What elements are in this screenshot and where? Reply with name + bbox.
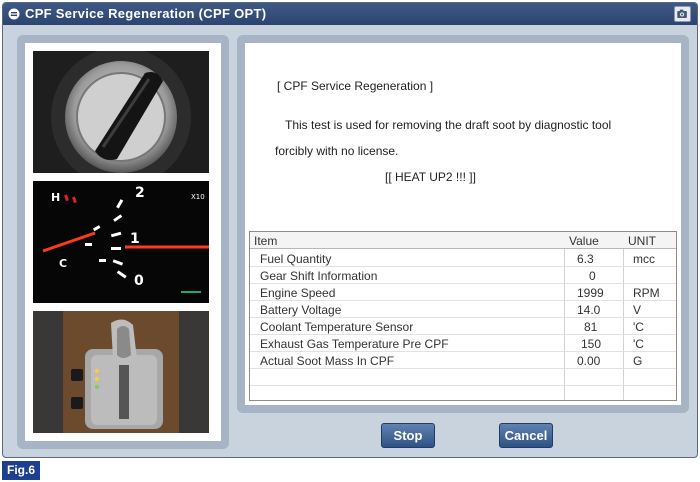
table-row[interactable]: Actual Soot Mass In CPF 0.00 G [250,352,676,369]
table-row[interactable]: Gear Shift Information 0 [250,267,676,284]
table-row[interactable]: Exhaust Gas Temperature Pre CPF 150 'C [250,335,676,352]
svg-text:C: C [59,257,67,270]
table-row[interactable]: Coolant Temperature Sensor 81 'C [250,318,676,335]
header-item[interactable]: Item [254,234,277,248]
table-header: Item Value UNIT [250,232,676,249]
row-value: 0 [589,269,596,283]
data-grid: Item Value UNIT Fuel Quantity 6.3 mcc Ge… [249,231,677,401]
gear-shift-photo [33,311,209,433]
row-value: 6.3 [577,252,594,266]
window-menu-icon[interactable] [8,8,20,20]
row-item: Coolant Temperature Sensor [260,320,414,334]
table-row[interactable]: Fuel Quantity 6.3 mcc [250,250,676,267]
figure-label: Fig.6 [2,461,40,480]
row-unit: V [633,303,642,317]
row-unit: G [633,354,643,368]
row-value: 150 [581,337,602,351]
svg-text:2: 2 [135,185,145,201]
row-item: Battery Voltage [260,303,342,317]
tachometer-photo: H C 2 1 0 X10 [33,181,209,303]
table-row-empty [250,369,676,386]
info-panel-inner: [ CPF Service Regeneration ] This test i… [245,43,681,405]
row-unit: 'C [633,337,644,351]
camera-icon [677,9,687,18]
row-item: Gear Shift Information [260,269,378,283]
message-line-2: forcibly with no license. [275,144,399,158]
header-value[interactable]: Value [569,234,599,248]
header-unit[interactable]: UNIT [628,234,656,248]
svg-text:H: H [51,191,60,204]
row-value: 81 [584,320,598,334]
row-unit: mcc [633,252,655,266]
app-window: CPF Service Regeneration (CPF OPT) H C 2… [2,2,698,458]
row-item: Fuel Quantity [260,252,332,266]
stop-button[interactable]: Stop [381,423,435,448]
image-panel: H C 2 1 0 X10 [17,35,229,449]
image-panel-inner: H C 2 1 0 X10 [25,43,221,441]
row-item: Actual Soot Mass In CPF [260,354,395,368]
message-line-3: [[ HEAT UP2 !!! ]] [385,170,476,184]
row-unit: RPM [633,286,660,300]
title-bar: CPF Service Regeneration (CPF OPT) [3,3,697,25]
window-title: CPF Service Regeneration (CPF OPT) [25,6,267,21]
info-panel: [ CPF Service Regeneration ] This test i… [237,35,689,413]
row-value: 14.0 [577,303,601,317]
row-item: Exhaust Gas Temperature Pre CPF [260,337,449,351]
svg-text:1: 1 [130,231,140,247]
svg-text:X10: X10 [191,193,205,201]
row-value: 1999 [577,286,604,300]
row-unit: 'C [633,320,644,334]
table-row[interactable]: Engine Speed 1999 RPM [250,284,676,301]
row-item: Engine Speed [260,286,336,300]
screenshot-button[interactable] [674,6,691,22]
ignition-key-photo [33,51,209,173]
table-row[interactable]: Battery Voltage 14.0 V [250,301,676,318]
cancel-button[interactable]: Cancel [499,423,553,448]
message-line-1: This test is used for removing the draft… [285,118,612,132]
row-value: 0.00 [577,354,601,368]
svg-text:0: 0 [134,273,144,289]
message-heading: [ CPF Service Regeneration ] [277,79,434,93]
